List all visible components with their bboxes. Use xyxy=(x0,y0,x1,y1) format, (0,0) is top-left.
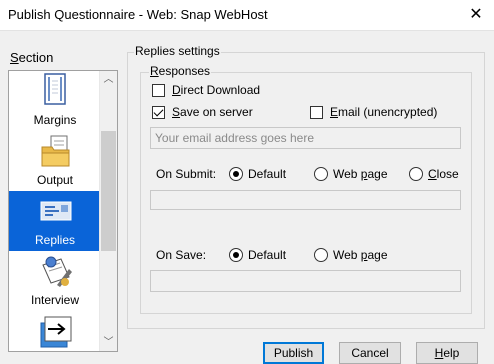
close-button[interactable]: ✕ xyxy=(458,0,494,30)
direct-download-label[interactable]: Direct Download xyxy=(172,83,260,97)
on-submit-default-label[interactable]: Default xyxy=(248,167,286,181)
section-item-output[interactable]: Output xyxy=(9,131,101,191)
section-item-margins[interactable]: Margins xyxy=(9,71,101,131)
on-submit-url-input[interactable] xyxy=(150,190,461,210)
on-submit-webpage-label[interactable]: Web page xyxy=(333,167,388,181)
on-submit-default-radio[interactable] xyxy=(229,167,243,181)
on-submit-label: On Submit: xyxy=(156,167,217,181)
window-title: Publish Questionnaire - Web: Snap WebHos… xyxy=(8,7,268,22)
save-on-server-checkbox[interactable] xyxy=(152,106,165,119)
replies-settings-title: Replies settings xyxy=(134,44,221,58)
direct-download-checkbox[interactable] xyxy=(152,84,165,97)
section-list[interactable]: Margins Output Replies Interview ︿ ﹀ xyxy=(8,70,118,352)
scroll-thumb[interactable] xyxy=(101,131,116,251)
section-item-export[interactable] xyxy=(9,311,101,351)
output-folder-icon xyxy=(41,135,70,167)
scroll-down-icon[interactable]: ﹀ xyxy=(100,334,117,351)
on-save-default-label[interactable]: Default xyxy=(248,248,286,262)
export-arrow-icon xyxy=(40,316,72,348)
section-item-label: Output xyxy=(36,173,74,187)
email-checkbox[interactable] xyxy=(310,106,323,119)
section-item-interview[interactable]: Interview xyxy=(9,251,101,311)
section-label: Section xyxy=(10,50,54,65)
section-item-label: Margins xyxy=(33,113,77,127)
interview-icon xyxy=(42,256,72,287)
section-item-replies[interactable]: Replies xyxy=(9,191,101,251)
email-address-input[interactable]: Your email address goes here xyxy=(150,127,461,149)
on-submit-close-radio[interactable] xyxy=(409,167,423,181)
on-save-url-input[interactable] xyxy=(150,270,461,292)
on-submit-webpage-radio[interactable] xyxy=(314,167,328,181)
section-item-label: Replies xyxy=(34,233,76,247)
scroll-up-icon[interactable]: ︿ xyxy=(100,71,117,88)
on-save-webpage-radio[interactable] xyxy=(314,248,328,262)
section-scrollbar[interactable]: ︿ ﹀ xyxy=(99,71,117,351)
save-on-server-label[interactable]: Save on server xyxy=(172,105,253,119)
margins-icon xyxy=(44,73,66,105)
on-save-label: On Save: xyxy=(156,248,207,262)
section-item-label: Interview xyxy=(30,293,80,307)
on-submit-close-label[interactable]: Close xyxy=(428,167,459,181)
on-save-webpage-label[interactable]: Web page xyxy=(333,248,388,262)
on-save-default-radio[interactable] xyxy=(229,248,243,262)
email-label[interactable]: Email (unencrypted) xyxy=(330,105,437,119)
replies-icon xyxy=(40,201,72,221)
responses-title: Responses xyxy=(149,64,212,78)
